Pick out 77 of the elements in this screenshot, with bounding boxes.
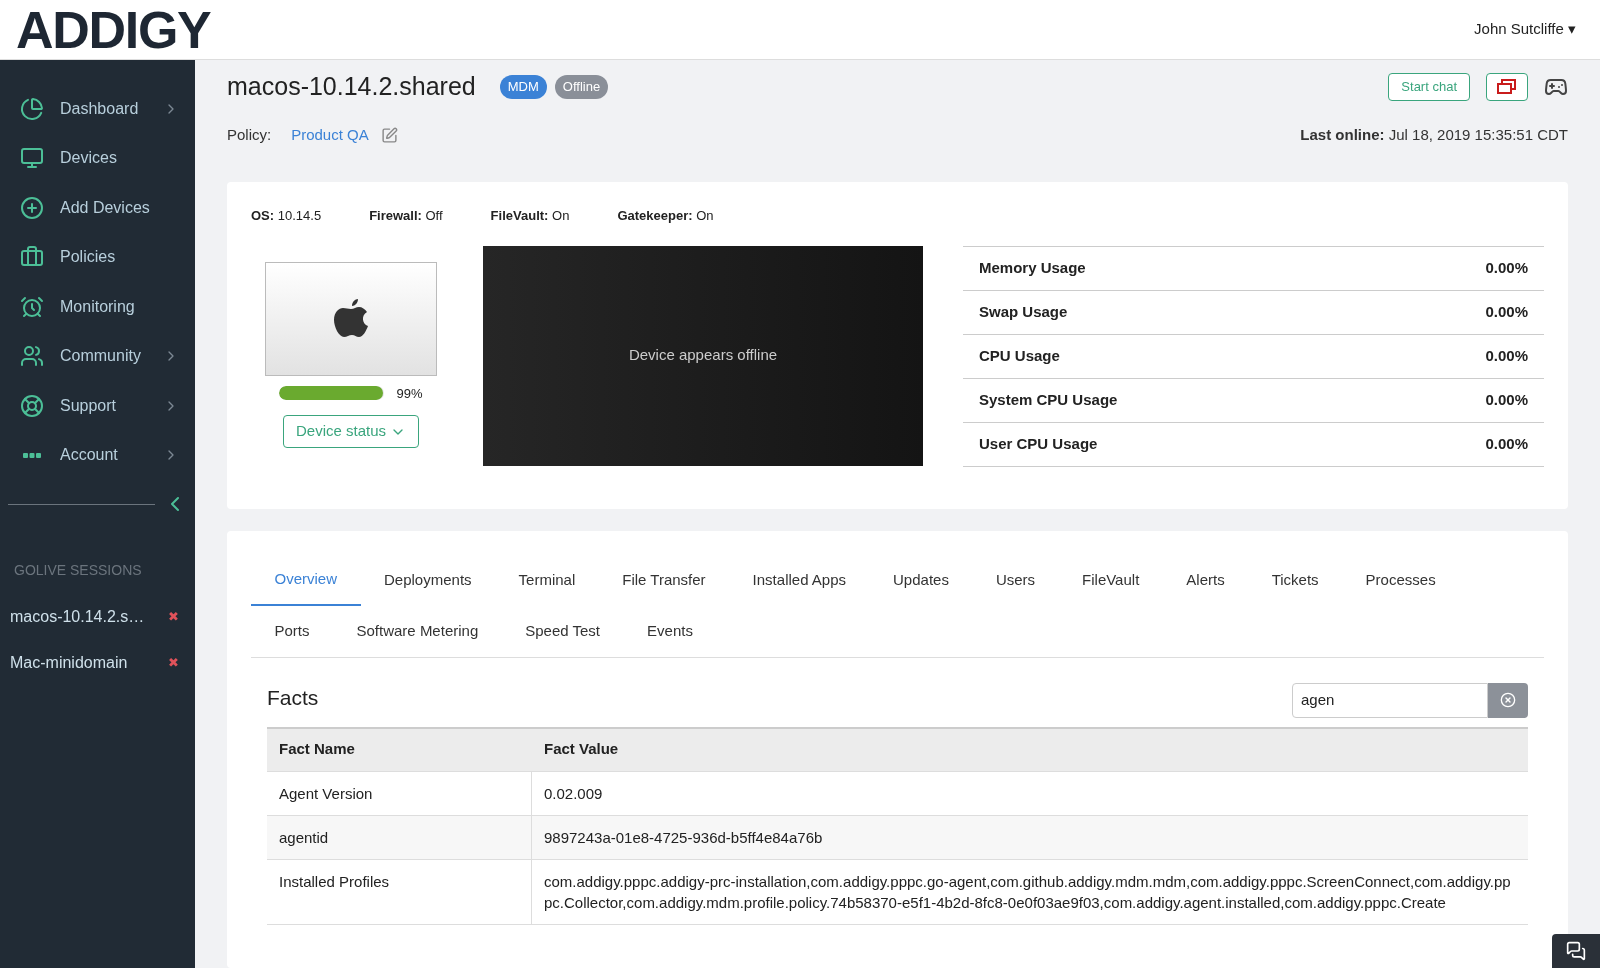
windows-icon [1497, 79, 1517, 95]
clear-icon [1500, 692, 1516, 708]
tab[interactable]: Terminal [495, 555, 599, 606]
table-cell-text: 9897243a-01e8-4725-936d-b5ff4e84a76b [543, 827, 824, 848]
system-fact: Gatekeeper: On [617, 207, 714, 225]
usage-label: Memory Usage [979, 257, 1086, 278]
sidebar-item[interactable]: Devices [0, 133, 195, 183]
tab[interactable]: Ports [251, 606, 333, 657]
usage-value: 0.00% [1485, 301, 1528, 322]
chat-button[interactable] [1552, 934, 1600, 968]
sidebar-item[interactable]: Add Devices [0, 183, 195, 233]
status-badge: Offline [554, 75, 609, 99]
tab[interactable]: FileVault [1058, 555, 1163, 606]
usage-value: 0.00% [1485, 345, 1528, 366]
session-link[interactable]: macos-10.14.2.s… [10, 605, 145, 629]
logo: ADDIGY [16, 3, 211, 56]
facts-search-field[interactable]: agen [1292, 682, 1488, 718]
system-fact: OS: 10.14.5 [251, 207, 322, 225]
policy-link[interactable]: Product QA [291, 123, 369, 147]
usage-label: System CPU Usage [979, 389, 1118, 410]
column-header: Fact Name [278, 739, 356, 760]
offline-message: Device appears offline [628, 345, 778, 366]
close-button[interactable]: ✖ [168, 653, 179, 673]
tab[interactable]: Installed Apps [729, 555, 870, 606]
sidebar-item[interactable]: Community [0, 331, 195, 381]
tab[interactable]: Tickets [1248, 555, 1343, 606]
clear-search-button[interactable] [1488, 682, 1528, 718]
sidebar-item[interactable]: Policies [0, 232, 195, 282]
section-heading: GOLIVE SESSIONS [13, 561, 143, 580]
table-cell: Agent Version [267, 771, 532, 815]
last-online: Last online: Jul 18, 2019 15:35:51 CDT [1300, 124, 1568, 145]
chat-icon [1566, 941, 1586, 961]
users-icon [20, 344, 44, 369]
table-cell-text: com.addigy.pppc.addigy-prc-installation,com.addigy.pppc.go-agent,com.github.addigy.mdm.mdm,com.addigy.pppc.ScreenConnect,com.addigy.pppc.Collector,com.addigy.mdm.profile.policy.74b58370-e5f1-4b2d-8fc8-0e0f03ae9f03,com.addigy.agent.installed,com.addigy.pppc.Create [543, 871, 1512, 913]
tab[interactable]: Events [623, 606, 717, 657]
remote-window-button[interactable] [1486, 73, 1528, 101]
disk-reading: 99% [396, 384, 423, 403]
usage-value: 0.00% [1485, 433, 1528, 454]
column-header: Fact Value [543, 739, 620, 760]
facts-heading: Facts [267, 685, 319, 711]
table-cell: Installed Profiles [267, 859, 532, 924]
tab[interactable]: Software Metering [333, 606, 502, 657]
system-fact: Firewall: Off [369, 207, 443, 225]
tab[interactable]: Users [972, 555, 1059, 606]
sidebar-item[interactable]: Account [0, 430, 195, 480]
tab[interactable]: Overview [251, 555, 361, 606]
system-fact: FileVault: On [490, 207, 570, 225]
edit-icon[interactable] [380, 126, 398, 144]
policy-label: Policy: [227, 124, 272, 145]
tab[interactable]: Alerts [1162, 555, 1249, 606]
user-menu[interactable]: John Sutcliffe ▾ [1474, 18, 1576, 41]
usage-label: Swap Usage [979, 301, 1068, 322]
table-cell-text: 0.02.009 [543, 783, 604, 804]
tab[interactable]: Processes [1342, 555, 1460, 606]
lifebuoy-icon [20, 393, 44, 418]
sidebar-item[interactable]: Dashboard [0, 84, 195, 134]
session-link[interactable]: Mac-minidomain [10, 651, 128, 675]
close-button[interactable]: ✖ [168, 607, 179, 627]
usage-value: 0.00% [1485, 257, 1528, 278]
plus-circle-icon [20, 195, 44, 220]
alarm-clock-icon [20, 294, 44, 319]
table-cell: agentid [267, 815, 532, 859]
dots-icon [23, 452, 41, 458]
status-badge: MDM [499, 75, 547, 99]
monitor-icon [20, 146, 44, 171]
tab[interactable]: File Transfer [598, 555, 730, 606]
tab[interactable]: Speed Test [501, 606, 624, 657]
pie-chart-icon [20, 96, 44, 121]
usage-value: 0.00% [1485, 389, 1528, 410]
usage-label: User CPU Usage [979, 433, 1098, 454]
apple-icon [334, 298, 368, 339]
tab[interactable]: Deployments [360, 555, 496, 606]
device-title: macos-10.14.2.shared [227, 71, 476, 103]
tab[interactable]: Updates [869, 555, 973, 606]
sidebar-item[interactable]: Monitoring [0, 282, 195, 332]
sidebar-item[interactable]: Support [0, 381, 195, 431]
usage-label: CPU Usage [979, 345, 1060, 366]
